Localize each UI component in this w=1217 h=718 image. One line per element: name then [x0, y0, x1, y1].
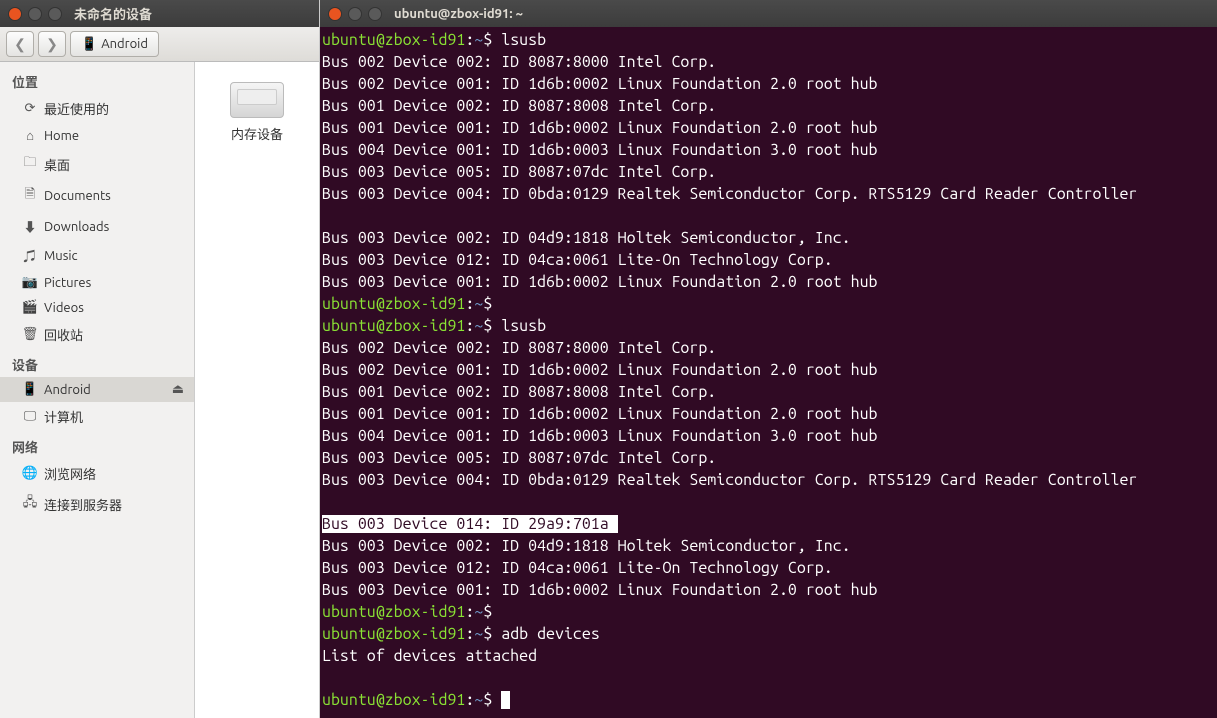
terminal-line: List of devices attached: [322, 645, 1215, 667]
places-icon: ⌂: [22, 128, 38, 143]
sidebar-item-places-4[interactable]: ⬇ Downloads: [0, 212, 194, 241]
back-button[interactable]: ❮: [6, 31, 34, 57]
places-icon: 🗀: [22, 153, 38, 175]
sidebar-item-places-1[interactable]: ⌂ Home: [0, 123, 194, 148]
sidebar-item-label: Pictures: [44, 276, 91, 290]
terminal-body[interactable]: ubuntu@zbox-id91:~$ lsusbBus 002 Device …: [320, 27, 1217, 718]
sidebar-item-network-0[interactable]: 🌐 浏览网络: [0, 459, 194, 488]
terminal-line: ubuntu@zbox-id91:~$ lsusb: [322, 29, 1215, 51]
drive-label[interactable]: 内存设备: [231, 124, 283, 143]
sidebar-item-label: 最近使用的: [44, 99, 109, 118]
sidebar-item-label: Videos: [44, 301, 84, 315]
places-icon: ♫: [22, 246, 38, 265]
sidebar-item-label: Music: [44, 249, 78, 263]
network-icon: 🌐: [22, 466, 38, 481]
terminal-line: ubuntu@zbox-id91:~$: [322, 689, 1215, 711]
cursor-icon: [501, 691, 510, 709]
devices-icon: 📱: [22, 382, 38, 397]
sidebar-item-label: Home: [44, 129, 79, 143]
sidebar-item-network-1[interactable]: 🖧 连接到服务器: [0, 488, 194, 520]
terminal-line: Bus 001 Device 001: ID 1d6b:0002 Linux F…: [322, 403, 1215, 425]
terminal-line: Bus 001 Device 001: ID 1d6b:0002 Linux F…: [322, 117, 1215, 139]
terminal-line: Bus 002 Device 001: ID 1d6b:0002 Linux F…: [322, 359, 1215, 381]
terminal-line: Bus 003 Device 005: ID 8087:07dc Intel C…: [322, 447, 1215, 469]
network-icon: 🖧: [22, 493, 38, 515]
sidebar-item-label: Documents: [44, 189, 111, 203]
terminal-titlebar[interactable]: ubuntu@zbox-id91: ~: [320, 0, 1217, 27]
terminal-line: Bus 003 Device 001: ID 1d6b:0002 Linux F…: [322, 271, 1215, 293]
terminal-line: [322, 667, 1215, 689]
maximize-icon[interactable]: [368, 7, 382, 21]
places-icon: 🗎: [22, 185, 38, 207]
file-manager-titlebar[interactable]: 未命名的设备: [0, 0, 319, 27]
minimize-icon[interactable]: [28, 7, 42, 21]
file-manager-sidebar: 位置 ⟳ 最近使用的 ⌂ Home 🗀 桌面 🗎 Documents ⬇ Downloads ♫ Mu…: [0, 62, 195, 718]
sidebar-item-label: 回收站: [44, 325, 83, 344]
file-manager-toolbar: ❮ ❯ 📱 Android: [0, 27, 319, 62]
file-manager-window: 未命名的设备 ❮ ❯ 📱 Android 位置 ⟳ 最近使用的 ⌂ Home 🗀 桌面 🗎 D…: [0, 0, 320, 718]
sidebar-item-label: Downloads: [44, 220, 109, 234]
places-icon: ⟳: [22, 101, 38, 116]
terminal-line: Bus 003 Device 004: ID 0bda:0129 Realtek…: [322, 183, 1215, 205]
terminal-line: Bus 004 Device 001: ID 1d6b:0003 Linux F…: [322, 425, 1215, 447]
sidebar-item-places-8[interactable]: 🗑 回收站: [0, 320, 194, 349]
sidebar-item-devices-1[interactable]: 🖵 计算机: [0, 402, 194, 431]
terminal-line: Bus 001 Device 002: ID 8087:8008 Intel C…: [322, 95, 1215, 117]
places-icon: 🎬: [22, 300, 38, 315]
places-icon: 🗑: [22, 327, 38, 342]
devices-icon: 🖵: [22, 409, 38, 424]
places-icon: ⬇: [22, 217, 38, 236]
sidebar-item-places-2[interactable]: 🗀 桌面: [0, 148, 194, 180]
sidebar-item-places-0[interactable]: ⟳ 最近使用的: [0, 94, 194, 123]
terminal-line: Bus 003 Device 002: ID 04d9:1818 Holtek …: [322, 227, 1215, 249]
terminal-line: Bus 002 Device 002: ID 8087:8000 Intel C…: [322, 337, 1215, 359]
terminal-line: Bus 003 Device 012: ID 04ca:0061 Lite-On…: [322, 557, 1215, 579]
drive-icon[interactable]: [230, 82, 284, 118]
path-label: Android: [101, 37, 148, 51]
sidebar-item-label: 计算机: [44, 407, 83, 426]
terminal-line: Bus 003 Device 001: ID 1d6b:0002 Linux F…: [322, 579, 1215, 601]
terminal-line: [322, 205, 1215, 227]
sidebar-heading-devices: 设备: [0, 349, 194, 377]
sidebar-item-devices-0[interactable]: 📱 Android ⏏: [0, 377, 194, 402]
sidebar-item-places-7[interactable]: 🎬 Videos: [0, 295, 194, 320]
device-icon: 📱: [81, 37, 97, 52]
minimize-icon[interactable]: [348, 7, 362, 21]
path-breadcrumb[interactable]: 📱 Android: [70, 31, 159, 57]
close-icon[interactable]: [328, 7, 342, 21]
terminal-line: ubuntu@zbox-id91:~$ lsusb: [322, 315, 1215, 337]
close-icon[interactable]: [8, 7, 22, 21]
file-manager-body: 位置 ⟳ 最近使用的 ⌂ Home 🗀 桌面 🗎 Documents ⬇ Downloads ♫ Mu…: [0, 62, 319, 718]
sidebar-item-places-5[interactable]: ♫ Music: [0, 241, 194, 270]
sidebar-item-label: 桌面: [44, 155, 70, 174]
terminal-line: Bus 003 Device 014: ID 29a9:701a: [322, 513, 1215, 535]
terminal-line: ubuntu@zbox-id91:~$: [322, 293, 1215, 315]
window-title: 未命名的设备: [74, 4, 152, 23]
sidebar-item-label: 连接到服务器: [44, 495, 122, 514]
terminal-line: Bus 002 Device 001: ID 1d6b:0002 Linux F…: [322, 73, 1215, 95]
terminal-line: [322, 491, 1215, 513]
terminal-line: Bus 003 Device 005: ID 8087:07dc Intel C…: [322, 161, 1215, 183]
places-icon: 📷: [22, 275, 38, 290]
sidebar-heading-network: 网络: [0, 431, 194, 459]
terminal-window: ubuntu@zbox-id91: ~ ubuntu@zbox-id91:~$ …: [320, 0, 1217, 718]
terminal-line: Bus 003 Device 004: ID 0bda:0129 Realtek…: [322, 469, 1215, 491]
terminal-line: Bus 003 Device 002: ID 04d9:1818 Holtek …: [322, 535, 1215, 557]
forward-button[interactable]: ❯: [38, 31, 66, 57]
sidebar-item-label: Android: [44, 383, 91, 397]
terminal-line: ubuntu@zbox-id91:~$ adb devices: [322, 623, 1215, 645]
maximize-icon[interactable]: [48, 7, 62, 21]
terminal-line: Bus 004 Device 001: ID 1d6b:0003 Linux F…: [322, 139, 1215, 161]
terminal-title: ubuntu@zbox-id91: ~: [394, 3, 523, 25]
sidebar-heading-places: 位置: [0, 66, 194, 94]
terminal-line: ubuntu@zbox-id91:~$: [322, 601, 1215, 623]
file-manager-content[interactable]: 内存设备: [195, 62, 319, 718]
sidebar-item-places-3[interactable]: 🗎 Documents: [0, 180, 194, 212]
terminal-line: Bus 001 Device 002: ID 8087:8008 Intel C…: [322, 381, 1215, 403]
eject-icon[interactable]: ⏏: [172, 382, 184, 397]
sidebar-item-places-6[interactable]: 📷 Pictures: [0, 270, 194, 295]
terminal-line: Bus 003 Device 012: ID 04ca:0061 Lite-On…: [322, 249, 1215, 271]
sidebar-item-label: 浏览网络: [44, 464, 96, 483]
terminal-line: Bus 002 Device 002: ID 8087:8000 Intel C…: [322, 51, 1215, 73]
